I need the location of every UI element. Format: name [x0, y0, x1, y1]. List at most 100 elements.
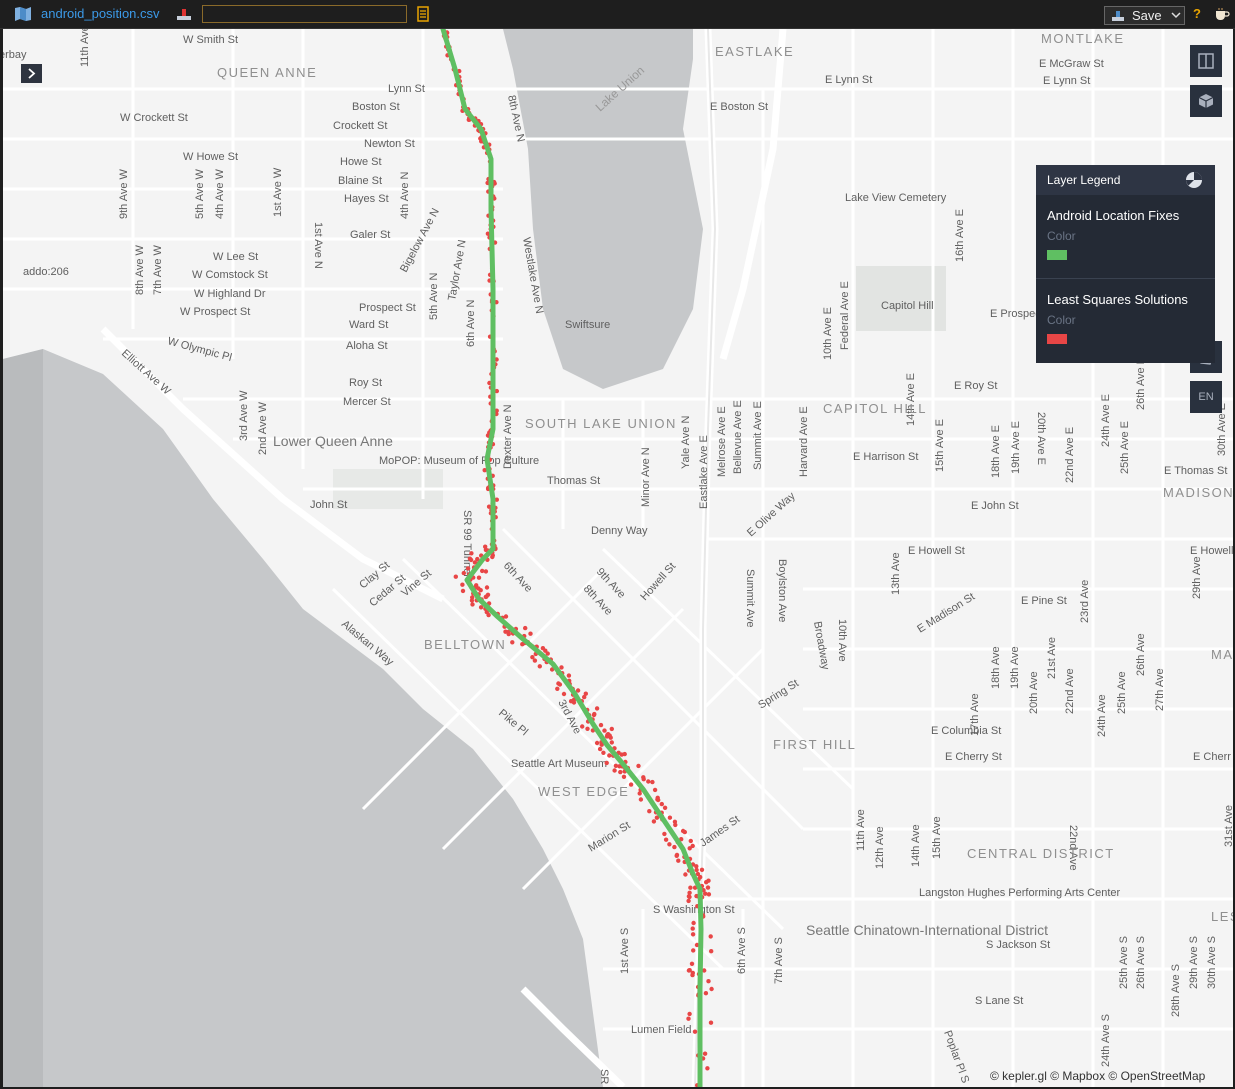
- language-button[interactable]: EN: [1190, 381, 1222, 413]
- street-label: 16th Ave E: [954, 209, 966, 262]
- street-label: Elliott Ave W: [119, 347, 173, 398]
- street-label: E Olive Way: [745, 490, 798, 539]
- location-solution-point: [478, 588, 483, 593]
- location-solution-point: [484, 594, 489, 599]
- street-label: W Crockett St: [120, 112, 188, 124]
- location-solution-point: [598, 722, 604, 728]
- street-label: 25th Ave S: [1118, 936, 1130, 989]
- location-solution-point: [674, 853, 679, 858]
- street-label: S Jackson St: [986, 939, 1050, 951]
- location-solution-point: [662, 831, 667, 837]
- list-icon[interactable]: [416, 6, 430, 22]
- street-label: S Washington St: [653, 904, 735, 916]
- help-button[interactable]: ?: [1193, 6, 1201, 21]
- street-label: E Pine St: [1021, 595, 1067, 607]
- location-solution-point: [460, 588, 466, 594]
- expand-sidebar-button[interactable]: [21, 64, 42, 83]
- street-label: 13th Ave: [890, 552, 902, 595]
- coffee-cup-icon[interactable]: [1214, 7, 1230, 21]
- street-label: 8th Ave W: [134, 244, 146, 295]
- street-label: Thomas St: [547, 475, 600, 487]
- location-solution-point: [453, 574, 458, 579]
- split-map-button[interactable]: [1190, 45, 1222, 77]
- legend-header: Layer Legend: [1036, 165, 1215, 195]
- location-solution-point: [540, 646, 546, 651]
- place-label: MONTLAKE: [1041, 31, 1125, 46]
- street-label: 20th Ave E: [1035, 412, 1047, 465]
- street-label: 10th Ave: [836, 619, 848, 662]
- location-solution-point: [559, 665, 564, 670]
- location-solution-point: [607, 753, 612, 758]
- color-label: Color: [1047, 229, 1076, 243]
- location-solution-point: [687, 968, 692, 973]
- street-label: E Lynn St: [1043, 75, 1090, 87]
- legend-toggle-icon[interactable]: [1185, 171, 1203, 189]
- water-edge-shade: [3, 349, 43, 1087]
- street-label: Boston St: [352, 101, 400, 113]
- location-solution-point: [637, 791, 642, 796]
- street-label: 25th Ave: [1116, 671, 1128, 714]
- street-label: Pike Pl: [496, 707, 530, 738]
- street-label: W Comstock St: [192, 269, 268, 281]
- street-label: 19th Ave: [1009, 646, 1021, 689]
- location-solution-point: [705, 1066, 710, 1071]
- street-label: 11th Ave W: [79, 29, 91, 67]
- street-label: Boylston Ave: [776, 559, 788, 622]
- location-solution-point: [703, 891, 708, 896]
- location-solution-point: [688, 838, 693, 844]
- location-solution-point: [480, 568, 485, 574]
- street-label: Hayes St: [344, 193, 389, 205]
- street-label: 22nd Ave E: [1064, 427, 1076, 483]
- location-solution-point: [628, 782, 634, 787]
- 3d-map-button[interactable]: [1190, 85, 1222, 117]
- street-label: E Madison St: [915, 591, 977, 636]
- street-label: Ward St: [349, 319, 388, 331]
- location-solution-point: [702, 1051, 708, 1056]
- location-solution-point: [704, 880, 709, 885]
- location-solution-point: [597, 746, 603, 752]
- legend-layer-android: Android Location Fixes Color: [1047, 208, 1179, 260]
- street-label: Roy St: [349, 377, 382, 389]
- street-label: 10th Ave E: [822, 307, 834, 360]
- street-label: Poplar Pl S: [941, 1029, 971, 1085]
- location-solution-point: [687, 890, 692, 895]
- export-icon[interactable]: [176, 7, 192, 21]
- street-label: Federal Ave E: [839, 281, 851, 350]
- location-solution-point: [687, 1011, 692, 1017]
- street-label: Howell St: [638, 560, 678, 603]
- street-label: Denny Way: [591, 525, 648, 537]
- street-label: 14th Ave: [910, 824, 922, 867]
- street-label: 31st Ave: [1223, 805, 1233, 847]
- legend-layer-least-squares: Least Squares Solutions Color: [1047, 292, 1188, 344]
- place-label: EASTLAKE: [715, 44, 794, 59]
- street-label: E Howell St: [908, 545, 965, 557]
- save-button[interactable]: Save: [1104, 6, 1185, 25]
- place-label: BELLTOWN: [424, 637, 506, 652]
- place-label: WEST EDGE: [538, 784, 629, 799]
- search-input[interactable]: [202, 5, 407, 23]
- place-label: erbay: [3, 49, 27, 61]
- street-label: Yale Ave N: [680, 416, 692, 469]
- street-label: Mercer St: [343, 396, 391, 408]
- street-label: John St: [310, 499, 347, 511]
- location-solution-point: [602, 728, 607, 733]
- location-solution-point: [601, 750, 606, 755]
- street-label: 4th Ave W: [214, 168, 226, 219]
- map-canvas[interactable]: W Smith St Lynn St Boston St Crockett St…: [3, 29, 1233, 1087]
- layer-legend-panel: Layer Legend Android Location Fixes Colo…: [1036, 165, 1215, 363]
- street-label: 15th Ave E: [934, 419, 946, 472]
- location-solution-point: [690, 972, 695, 978]
- location-solution-point: [555, 686, 560, 691]
- location-solution-point: [690, 932, 696, 937]
- location-solution-point: [667, 842, 672, 847]
- file-name-link[interactable]: android_position.csv: [41, 6, 160, 21]
- map-attribution[interactable]: © kepler.gl © Mapbox © OpenStreetMap: [990, 1069, 1205, 1083]
- location-solution-point: [460, 582, 465, 587]
- street-label: Eastlake Ave E: [698, 435, 710, 509]
- street-label: Lumen Field: [631, 1024, 692, 1036]
- place-label: CAPITOL HILL: [823, 401, 927, 416]
- chevron-right-icon: [28, 68, 36, 79]
- legend-title: Layer Legend: [1047, 173, 1121, 187]
- location-solution-point: [469, 551, 474, 556]
- place-label: addo:206: [23, 266, 69, 278]
